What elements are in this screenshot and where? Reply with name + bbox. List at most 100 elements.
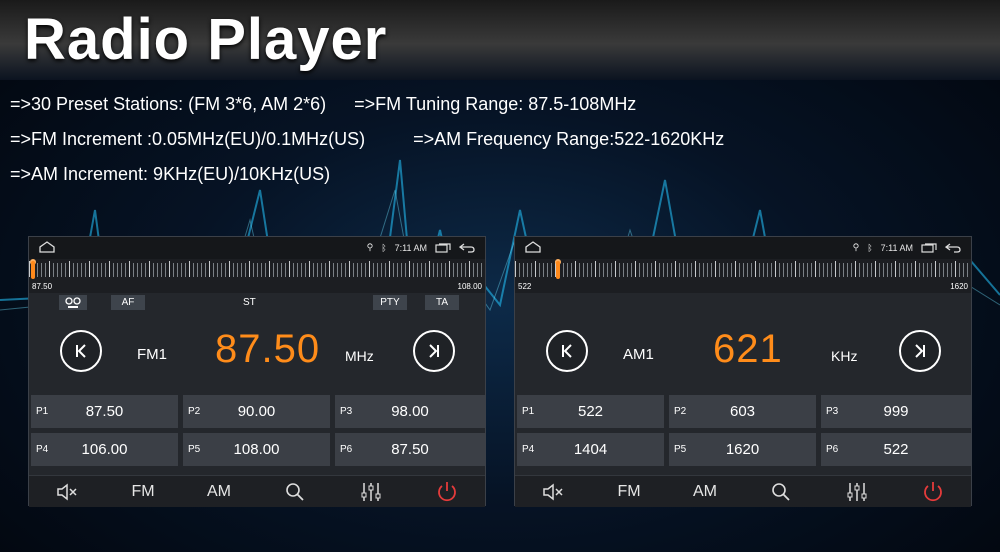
search-button[interactable] bbox=[257, 476, 333, 508]
fm-button[interactable]: FM bbox=[591, 476, 667, 508]
preset-value: 87.50 bbox=[391, 441, 429, 458]
radio-screen-am: ⚲ ᛒ 7:11 AM 522 1620 AM1 621 KHz P1 522 P… bbox=[514, 236, 972, 507]
am-button[interactable]: AM bbox=[181, 476, 257, 508]
tuner-min-label: 522 bbox=[518, 282, 532, 291]
mute-button[interactable] bbox=[29, 476, 105, 508]
preset-grid: P1 87.50 P2 90.00 P3 98.00 P4 106.00 P5 108.0… bbox=[31, 395, 485, 469]
ta-button[interactable]: TA bbox=[425, 295, 459, 310]
status-bar: ⚲ ᛒ 7:11 AM bbox=[29, 237, 485, 259]
rds-icon[interactable] bbox=[59, 295, 87, 310]
mute-icon bbox=[57, 483, 77, 501]
tuner-scale[interactable]: 87.50 108.00 bbox=[29, 259, 485, 293]
preset-value: 87.50 bbox=[85, 403, 124, 420]
home-icon[interactable] bbox=[525, 241, 541, 253]
status-bar: ⚲ ᛒ 7:11 AM bbox=[515, 237, 971, 259]
seek-forward-button[interactable] bbox=[413, 330, 455, 372]
recent-apps-icon[interactable] bbox=[921, 242, 937, 253]
frequency-display: 621 bbox=[713, 327, 783, 371]
equalizer-icon bbox=[361, 483, 381, 501]
preset-button-p2[interactable]: P2 90.00 bbox=[183, 395, 330, 428]
equalizer-button[interactable] bbox=[819, 476, 895, 508]
mute-button[interactable] bbox=[515, 476, 591, 508]
rds-tag-row: AF ST PTY TA bbox=[29, 294, 485, 312]
tuner-needle[interactable] bbox=[556, 261, 560, 279]
equalizer-icon bbox=[847, 483, 867, 501]
frequency-display: 87.50 bbox=[215, 327, 321, 371]
spec-fm-increment: =>FM Increment :0.05MHz(EU)/0.1MHz(US) bbox=[10, 129, 366, 149]
spec-preset-stations: =>30 Preset Stations: (FM 3*6, AM 2*6) bbox=[10, 94, 327, 114]
af-button[interactable]: AF bbox=[111, 295, 145, 310]
main-display: FM1 87.50 MHz bbox=[29, 317, 485, 387]
preset-value: 106.00 bbox=[81, 441, 128, 458]
preset-value: 603 bbox=[729, 403, 756, 420]
back-icon[interactable] bbox=[945, 242, 961, 253]
radio-screen-fm: ⚲ ᛒ 7:11 AM 87.50 108.00 AF ST PTY TA FM… bbox=[28, 236, 486, 507]
location-icon: ⚲ bbox=[852, 242, 860, 252]
band-label: FM1 bbox=[137, 346, 167, 363]
band-label: AM1 bbox=[623, 346, 654, 363]
spec-am-range: =>AM Frequency Range:522-1620KHz bbox=[413, 129, 725, 149]
spec-line-2: =>FM Increment :0.05MHz(EU)/0.1MHz(US) =>… bbox=[10, 129, 724, 150]
skip-forward-icon bbox=[915, 344, 925, 358]
preset-button-p6[interactable]: P6 87.50 bbox=[335, 433, 485, 466]
location-icon: ⚲ bbox=[366, 242, 374, 252]
search-icon bbox=[772, 483, 790, 501]
seek-back-button[interactable] bbox=[60, 330, 102, 372]
bottom-toolbar: FM AM bbox=[515, 475, 971, 507]
mute-icon bbox=[543, 483, 563, 501]
power-button[interactable] bbox=[409, 476, 485, 508]
preset-value: 522 bbox=[883, 441, 909, 458]
status-time: 7:11 AM bbox=[394, 242, 427, 253]
am-button[interactable]: AM bbox=[667, 476, 743, 508]
preset-value: 522 bbox=[577, 403, 604, 420]
tuner-scale[interactable]: 522 1620 bbox=[515, 259, 971, 293]
preset-button-p3[interactable]: P3 98.00 bbox=[335, 395, 485, 428]
power-button[interactable] bbox=[895, 476, 971, 508]
equalizer-button[interactable] bbox=[333, 476, 409, 508]
preset-value: 1404 bbox=[573, 441, 608, 458]
search-button[interactable] bbox=[743, 476, 819, 508]
home-icon[interactable] bbox=[39, 241, 55, 253]
recent-apps-icon[interactable] bbox=[435, 242, 451, 253]
preset-button-p2[interactable]: P2 603 bbox=[669, 395, 816, 428]
tuner-needle[interactable] bbox=[31, 261, 35, 279]
frequency-unit: MHz bbox=[345, 348, 374, 364]
spec-line-1: =>30 Preset Stations: (FM 3*6, AM 2*6) =>… bbox=[10, 94, 636, 115]
preset-button-p3[interactable]: P3 999 bbox=[821, 395, 971, 428]
preset-button-p1[interactable]: P1 87.50 bbox=[31, 395, 178, 428]
search-icon bbox=[286, 483, 304, 501]
preset-grid: P1 522 P2 603 P3 999 P4 1404 P5 1620 P6 522 bbox=[517, 395, 971, 469]
frequency-unit: KHz bbox=[831, 348, 858, 364]
tuner-max-label: 1620 bbox=[950, 282, 968, 291]
bluetooth-icon: ᛒ bbox=[867, 242, 873, 253]
tuner-max-label: 108.00 bbox=[457, 282, 482, 291]
preset-value: 1620 bbox=[725, 441, 760, 458]
main-display: AM1 621 KHz bbox=[515, 317, 971, 387]
pty-button[interactable]: PTY bbox=[373, 295, 407, 310]
power-icon bbox=[438, 482, 456, 502]
preset-value: 108.00 bbox=[233, 441, 280, 458]
power-icon bbox=[924, 482, 942, 502]
preset-button-p1[interactable]: P1 522 bbox=[517, 395, 664, 428]
preset-button-p6[interactable]: P6 522 bbox=[821, 433, 971, 466]
skip-back-icon bbox=[76, 344, 86, 358]
bluetooth-icon: ᛒ bbox=[381, 242, 387, 253]
tuner-min-label: 87.50 bbox=[32, 282, 53, 291]
back-icon[interactable] bbox=[459, 242, 475, 253]
preset-button-p5[interactable]: P5 108.00 bbox=[183, 433, 330, 466]
tuner-major-ticks bbox=[515, 261, 971, 277]
bottom-toolbar: FM AM bbox=[29, 475, 485, 507]
spec-fm-range: =>FM Tuning Range: 87.5-108MHz bbox=[354, 94, 637, 114]
preset-value: 98.00 bbox=[391, 403, 429, 420]
skip-forward-icon bbox=[429, 344, 439, 358]
preset-value: 90.00 bbox=[237, 403, 276, 420]
preset-button-p4[interactable]: P4 1404 bbox=[517, 433, 664, 466]
page-title: Radio Player bbox=[24, 7, 388, 72]
preset-button-p4[interactable]: P4 106.00 bbox=[31, 433, 178, 466]
stereo-indicator: ST bbox=[243, 297, 256, 308]
fm-button[interactable]: FM bbox=[105, 476, 181, 508]
seek-back-button[interactable] bbox=[546, 330, 588, 372]
preset-button-p5[interactable]: P5 1620 bbox=[669, 433, 816, 466]
seek-forward-button[interactable] bbox=[899, 330, 941, 372]
skip-back-icon bbox=[562, 344, 572, 358]
